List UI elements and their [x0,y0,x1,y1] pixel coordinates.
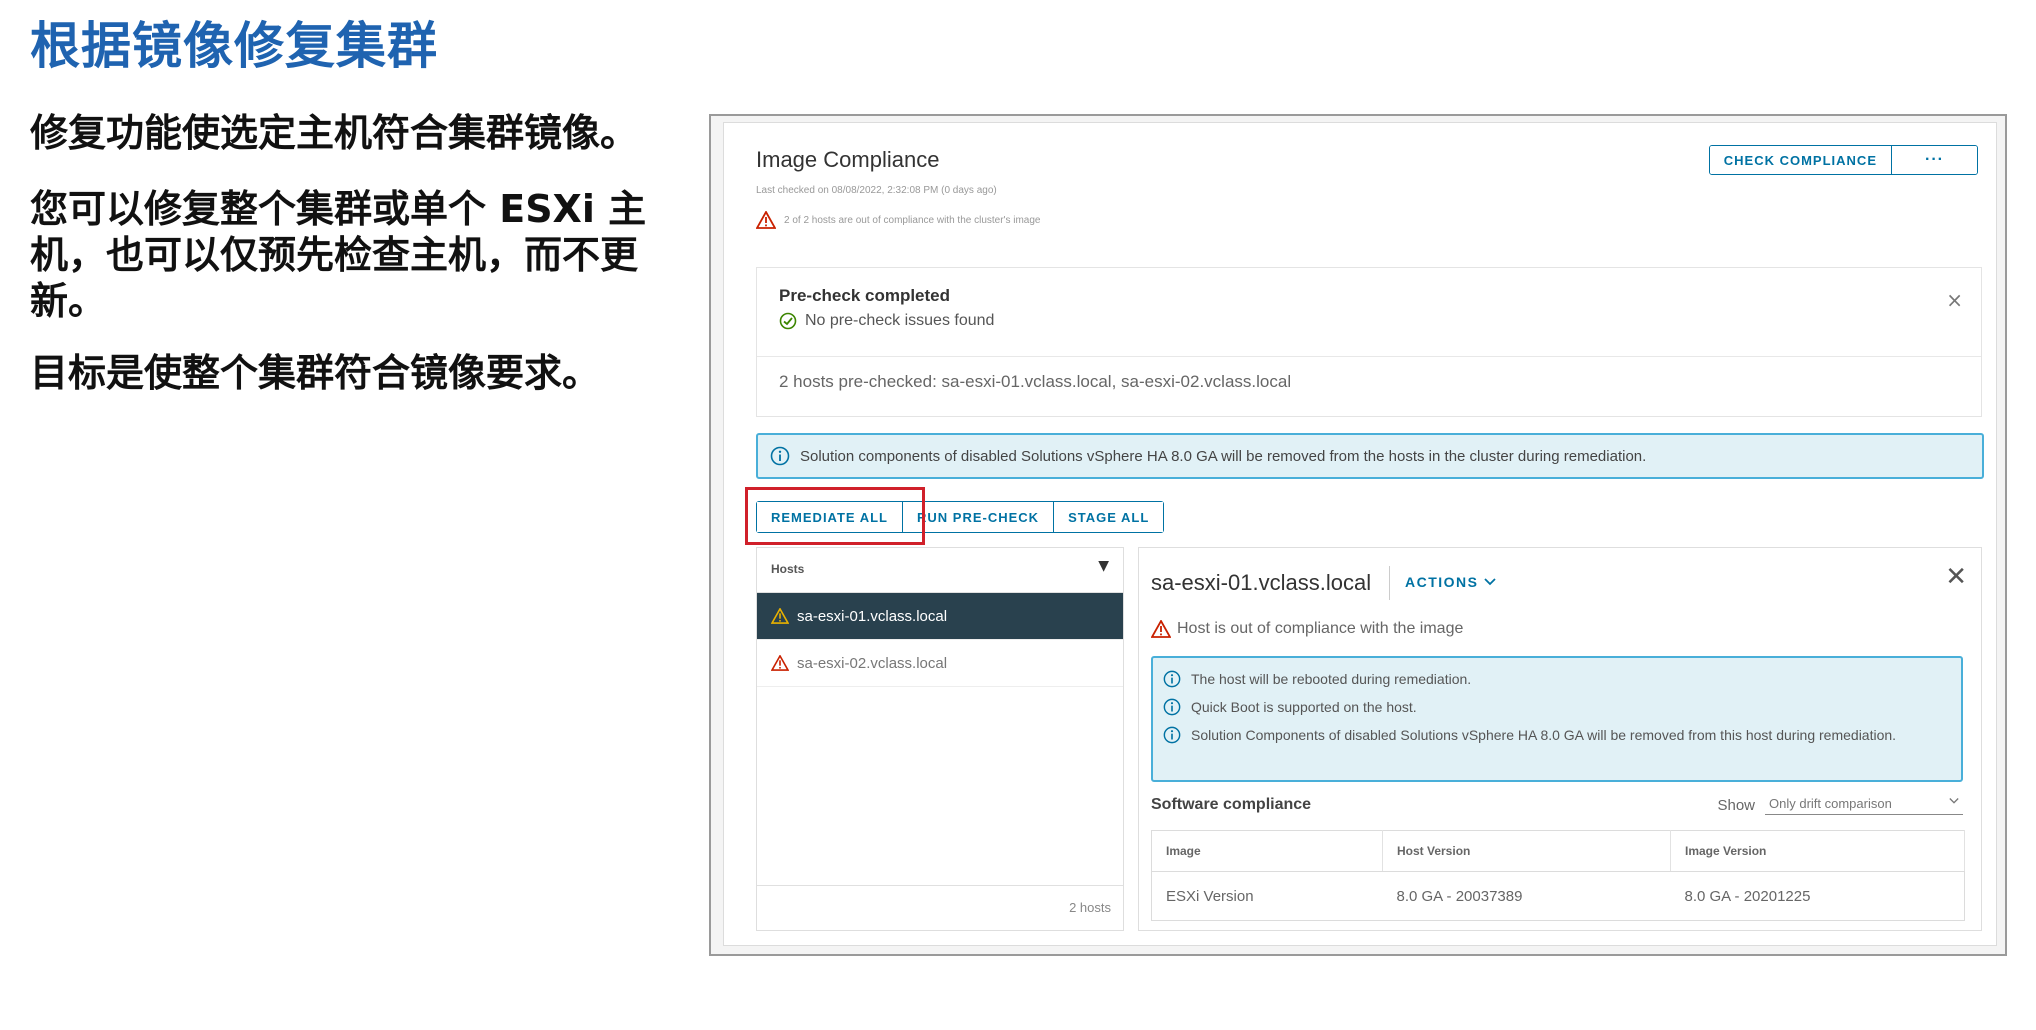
precheck-close-icon[interactable]: × [1946,288,1963,312]
more-options-button[interactable]: ··· [1891,146,1977,174]
host-row-sa-esxi-01[interactable]: sa-esxi-01.vclass.local [757,593,1123,640]
info-circle-icon [1163,726,1181,744]
info-circle-icon [770,446,790,466]
show-label: Show [1717,797,1755,814]
software-compliance-title: Software compliance [1151,796,1312,813]
info-line: Solution Components of disabled Solution… [1163,724,1943,746]
column-header-host-version: Host Version [1382,830,1671,872]
warning-triangle-icon [771,655,789,671]
highlight-box [745,487,925,545]
chevron-down-icon [1484,578,1496,586]
stage-all-button[interactable]: STAGE ALL [1053,502,1164,532]
out-of-compliance-line: 2 of 2 hosts are out of compliance with … [756,211,1040,229]
warning-triangle-icon [1151,620,1171,638]
hosts-list-panel: Hosts ▼ sa-esxi-01.vclass.local sa-esxi-… [756,547,1124,931]
host-warning-text: Host is out of compliance with the image [1177,620,1464,637]
slide-paragraph-2: 您可以修复整个集群或单个 ESXi 主机，也可以仅预先检查主机，而不更新。 [30,187,647,323]
success-check-icon [779,312,797,330]
close-icon[interactable]: ✕ [1945,562,1967,592]
column-header-image: Image [1151,830,1383,872]
warning-triangle-icon [756,211,776,229]
warning-triangle-icon [771,608,789,624]
chevron-down-icon [1949,798,1959,804]
show-select[interactable]: Only drift comparison [1765,796,1963,815]
image-compliance-card: Image Compliance Last checked on 08/08/2… [723,122,1997,946]
info-line: Quick Boot is supported on the host. [1163,696,1943,718]
precheck-heading: Pre-check completed [779,286,951,305]
host-warning: Host is out of compliance with the image [1151,620,1463,638]
precheck-hosts-text: 2 hosts pre-checked: sa-esxi-01.vclass.l… [779,372,1292,391]
slide-paragraph-3: 目标是使整个集群符合镜像要求。 [30,351,601,395]
hosts-count: 2 hosts [1069,900,1111,915]
divider [757,356,1981,357]
hosts-list-footer: 2 hosts [757,885,1123,930]
check-compliance-button[interactable]: CHECK COMPLIANCE [1709,146,1891,174]
actions-dropdown[interactable]: ACTIONS [1405,574,1496,590]
info-line-text: Quick Boot is supported on the host. [1191,699,1417,715]
host-name: sa-esxi-02.vclass.local [797,654,948,672]
actions-label: ACTIONS [1405,574,1479,590]
table-cell: 8.0 GA - 20037389 [1396,887,1523,905]
host-name: sa-esxi-01.vclass.local [797,607,948,625]
card-title: Image Compliance [756,147,940,172]
detail-host-name: sa-esxi-01.vclass.local [1151,570,1372,595]
info-circle-icon [1163,698,1181,716]
compliance-button-group: CHECK COMPLIANCE ··· [1708,145,1978,175]
slide-title: 根据镜像修复集群 [30,17,438,75]
filter-icon[interactable]: ▼ [1098,558,1109,574]
slide-paragraph-1: 修复功能使选定主机符合集群镜像。 [30,111,639,155]
show-filter: Show Only drift comparison [1717,796,1963,815]
host-detail-panel: sa-esxi-01.vclass.local ACTIONS ✕ Host i… [1138,547,1982,931]
column-header-image-version: Image Version [1670,830,1965,872]
precheck-panel: Pre-check completed No pre-check issues … [756,267,1982,417]
last-checked-text: Last checked on 08/08/2022, 2:32:08 PM (… [756,185,997,196]
out-of-compliance-text: 2 of 2 hosts are out of compliance with … [784,214,1041,226]
precheck-status-text: No pre-check issues found [805,312,995,329]
precheck-status: No pre-check issues found [779,312,994,330]
host-row-sa-esxi-02[interactable]: sa-esxi-02.vclass.local [757,640,1123,687]
info-line-text: The host will be rebooted during remedia… [1191,671,1472,687]
screenshot-frame: Image Compliance Last checked on 08/08/2… [709,114,2007,956]
hosts-list-header: Hosts ▼ [757,548,1123,593]
hosts-column-label: Hosts [771,562,805,576]
info-banner: Solution components of disabled Solution… [756,433,1984,479]
show-select-value: Only drift comparison [1769,796,1892,811]
table-cell: 8.0 GA - 20201225 [1684,887,1811,905]
table-row: ESXi Version 8.0 GA - 20037389 8.0 GA - … [1152,872,1965,921]
software-compliance-table: Image Host Version Image Version ESXi Ve… [1151,830,1965,921]
table-cell: ESXi Version [1166,887,1254,905]
host-info-box: The host will be rebooted during remedia… [1151,656,1963,782]
table-header-row: Image Host Version Image Version [1151,830,1965,872]
info-line: The host will be rebooted during remedia… [1163,668,1943,690]
info-line-text: Solution Components of disabled Solution… [1191,727,1897,743]
info-banner-text: Solution components of disabled Solution… [800,447,1647,465]
divider [1389,566,1390,600]
info-circle-icon [1163,670,1181,688]
